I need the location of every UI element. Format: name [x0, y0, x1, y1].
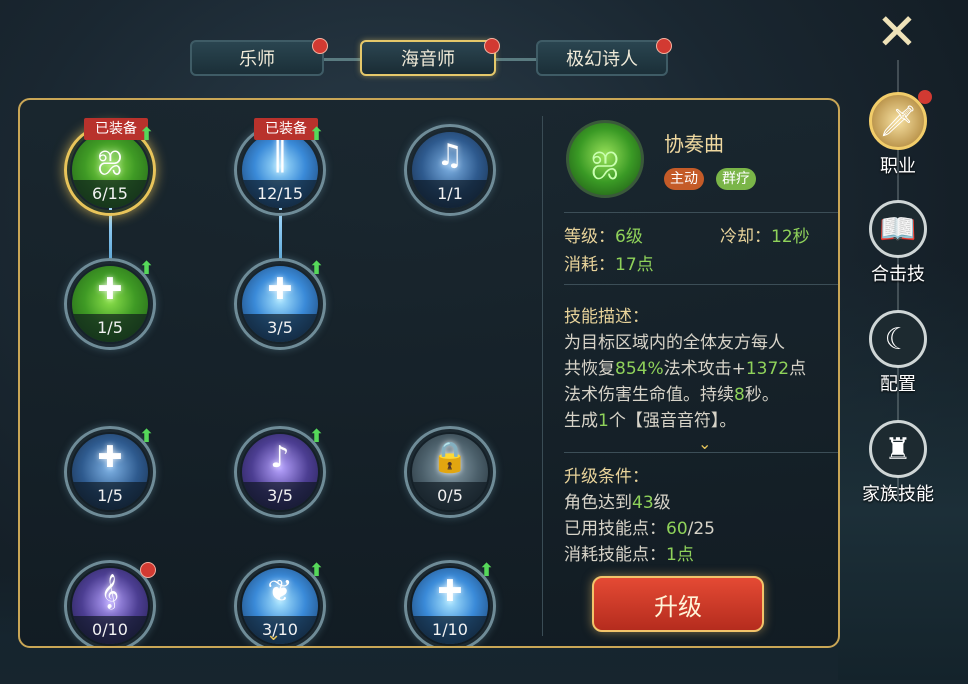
upgrade-label: 升级	[654, 592, 702, 621]
skill-node[interactable]: ♪ 3/5 ⬆	[234, 426, 330, 522]
side-item-label: 配置	[880, 374, 916, 395]
clef-glyph: 𝄞	[101, 574, 119, 609]
skill-node[interactable]: 𝄞 0/10	[64, 560, 160, 646]
upgrade-arrow-icon: ⬆	[138, 124, 154, 145]
notification-dot	[484, 38, 500, 54]
level-stat: 等级：6级	[564, 222, 643, 247]
book-icon: 📖	[869, 200, 927, 258]
upgrade-arrow-icon: ⬆	[308, 560, 324, 581]
cost-value: 17点	[615, 255, 654, 275]
condition-level: 角色达到43级	[564, 493, 671, 513]
upgrade-arrow-icon: ⬆	[138, 258, 154, 279]
skill-node[interactable]: ✚ 1/5 ⬆	[64, 258, 160, 354]
skill-level: 1/1	[437, 184, 463, 203]
upgrade-arrow-icon: ⬆	[308, 258, 324, 279]
desc-line: 生成1个【强音音符】。	[564, 411, 737, 431]
divider	[564, 452, 838, 453]
cost-label: 消耗：	[564, 255, 615, 275]
concerto-skill-icon: ஜ	[566, 120, 644, 198]
tab-label: 乐师	[239, 49, 275, 70]
moon-star-icon: ☾	[869, 310, 927, 368]
skill-level: 0/10	[92, 620, 128, 639]
skill-level: 1/5	[97, 486, 123, 505]
skill-level: 3/5	[267, 486, 293, 505]
skill-level: 0/5	[437, 486, 463, 505]
plus-glyph: ✚	[437, 574, 463, 609]
tab-illusion-poet[interactable]: 极幻诗人	[536, 38, 672, 76]
skill-panel: ஜ 6/15 已装备 ⬆ ║ 12/15 已装备 ⬆ ♫ 1/1 ✚ 1/5 ⬆…	[18, 98, 840, 648]
skill-node[interactable]: ✚ 3/5 ⬆	[234, 258, 330, 354]
side-item-config[interactable]: ☾ 配置	[850, 310, 946, 396]
level-label: 等级：	[564, 227, 615, 247]
skill-node[interactable]: ❦ 3/10 ⬆	[234, 560, 330, 646]
skill-node-concerto[interactable]: ஜ 6/15 已装备 ⬆	[64, 118, 160, 220]
upgrade-conditions-title: 升级条件：	[564, 467, 649, 487]
tab-musician[interactable]: 乐师	[190, 38, 328, 76]
notification-dot	[140, 562, 156, 578]
cost-stat: 消耗：17点	[564, 250, 654, 275]
skill-node[interactable]: ✚ 1/5 ⬆	[64, 426, 160, 522]
divider	[564, 212, 838, 213]
description-title: 技能描述：	[564, 307, 649, 327]
notification-dot	[918, 90, 932, 104]
scroll-down-chevron-icon[interactable]: ⌄	[266, 624, 281, 645]
side-item-combo-skill[interactable]: 📖 合击技	[850, 200, 946, 286]
upgrade-arrow-icon: ⬆	[138, 426, 154, 447]
skill-level: 1/5	[97, 318, 123, 337]
desc-line: 共恢复854%法术攻击+1372点	[564, 359, 807, 379]
cooldown-value: 12秒	[771, 227, 810, 247]
level-value: 6级	[615, 227, 643, 247]
cooldown-stat: 冷却：12秒	[720, 222, 810, 247]
upgrade-arrow-icon: ⬆	[308, 124, 324, 145]
lock-glyph: 🔒	[431, 440, 469, 475]
panel-divider	[542, 116, 543, 636]
side-item-label: 家族技能	[862, 484, 934, 505]
desc-line: 法术伤害生命值。持续8秒。	[564, 385, 779, 405]
skill-level: 3/5	[267, 318, 293, 337]
class-tabs: 乐师 海音师 极幻诗人	[190, 38, 672, 80]
note-glyph: ♪	[270, 440, 290, 475]
tab-sea-musician[interactable]: 海音师	[360, 38, 500, 76]
side-item-label: 职业	[880, 156, 916, 177]
skill-level: 6/15	[92, 184, 128, 203]
skill-node[interactable]: ║ 12/15 已装备 ⬆	[234, 118, 330, 220]
side-item-label: 合击技	[871, 264, 925, 285]
skill-level: 12/15	[256, 184, 304, 203]
condition-cost-points: 消耗技能点：1点	[564, 545, 694, 565]
pillar-glyph: ║	[270, 138, 290, 173]
skill-name: 协奏曲	[664, 132, 724, 156]
upgrade-arrow-icon: ⬆	[308, 426, 324, 447]
skill-level: 1/10	[432, 620, 468, 639]
family-crest-icon: ♜	[869, 420, 927, 478]
skill-type-tag: 主动	[664, 168, 704, 190]
wings-glyph: ❦	[267, 574, 293, 609]
upgrade-arrow-icon: ⬆	[478, 560, 494, 581]
swirl-glyph: ஜ	[97, 138, 123, 173]
notification-dot	[656, 38, 672, 54]
upgrade-button[interactable]: 升级	[592, 576, 764, 632]
condition-used-points: 已用技能点：60/25	[564, 519, 715, 539]
music-glyph: ♫	[436, 138, 464, 173]
tab-label: 海音师	[401, 49, 455, 70]
side-item-family-skill[interactable]: ♜ 家族技能	[850, 420, 946, 506]
plus-glyph: ✚	[97, 272, 123, 307]
close-icon[interactable]: ✕	[864, 4, 930, 60]
skill-node[interactable]: ♫ 1/1	[404, 124, 500, 220]
expand-chevron-icon[interactable]: ⌄	[698, 434, 711, 453]
divider	[564, 284, 838, 285]
skill-node[interactable]: ✚ 1/10 ⬆	[404, 560, 500, 646]
figure-glyph: ✚	[97, 440, 123, 475]
skill-category-tag: 群疗	[716, 168, 756, 190]
cooldown-label: 冷却：	[720, 227, 771, 247]
side-item-class[interactable]: 🗡 职业	[850, 90, 946, 178]
desc-line: 为目标区域内的全体友方每人	[564, 333, 785, 353]
skill-description: 为目标区域内的全体友方每人 共恢复854%法术攻击+1372点 法术伤害生命值。…	[564, 330, 838, 434]
notification-dot	[312, 38, 328, 54]
tab-label: 极幻诗人	[566, 49, 638, 70]
side-menu: ✕ 🗡 职业 📖 合击技 ☾ 配置 ♜ 家族技能	[850, 0, 968, 684]
plus-glyph: ✚	[267, 272, 293, 307]
skill-node[interactable]: 🔒 0/5	[404, 426, 500, 522]
